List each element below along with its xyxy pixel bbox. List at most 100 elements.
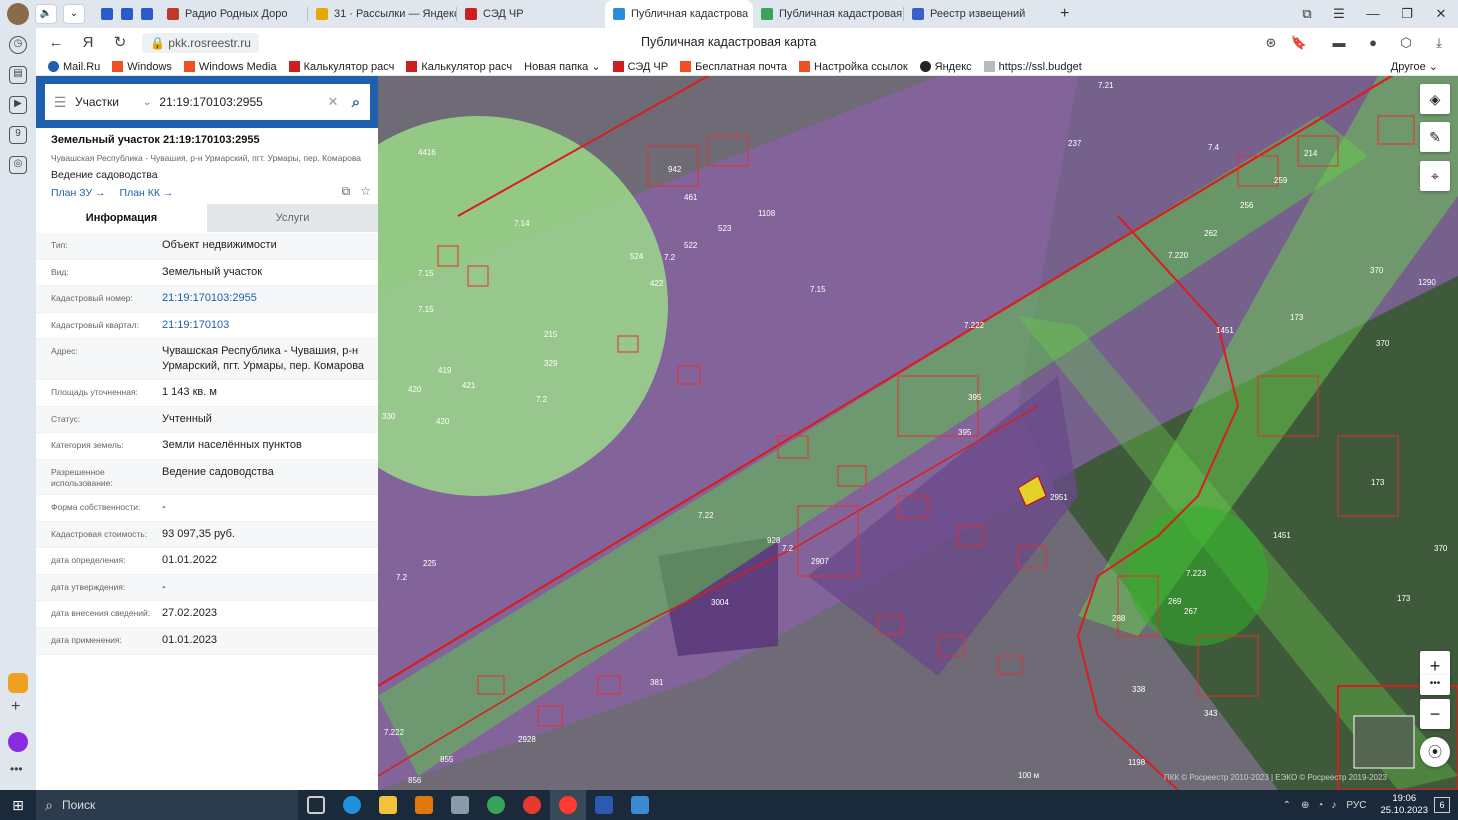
- explorer-icon[interactable]: [370, 790, 406, 820]
- bookmark-item[interactable]: https://ssl.budget: [983, 61, 1082, 73]
- bookmark-folder[interactable]: Новая папка ⌄: [524, 60, 600, 74]
- tab-information[interactable]: Информация: [36, 204, 207, 232]
- yandex-browser-icon[interactable]: [550, 790, 586, 820]
- browser-tab[interactable]: 31 · Рассылки — Яндекс П: [308, 0, 456, 28]
- history-icon[interactable]: ◷: [9, 36, 27, 54]
- tabs-dropdown-icon[interactable]: ⌄: [63, 4, 85, 24]
- yandex-icon[interactable]: [514, 790, 550, 820]
- profile-avatar[interactable]: [7, 3, 29, 25]
- pinned-tab[interactable]: [139, 0, 159, 28]
- yandex-icon[interactable]: Я: [76, 31, 100, 55]
- search-input[interactable]: [159, 95, 324, 109]
- browser-tab-active[interactable]: Публичная кадастрова✕: [605, 0, 753, 28]
- attribute-value: Чувашская Республика - Чувашия, р-н Урма…: [162, 345, 365, 373]
- bookmark-item[interactable]: Настройка ссылок: [799, 61, 908, 73]
- bookmark-icon[interactable]: 🔖: [1289, 33, 1309, 53]
- bookmark-item[interactable]: Яндекс: [919, 61, 972, 73]
- bookmark-item[interactable]: Windows: [112, 61, 172, 73]
- plan-kk-link[interactable]: План КК →: [120, 187, 174, 199]
- tab-services[interactable]: Услуги: [207, 204, 378, 232]
- ruler-icon[interactable]: ✎: [1420, 122, 1450, 152]
- add-icon[interactable]: +: [11, 698, 20, 716]
- minimap[interactable]: [1353, 715, 1415, 769]
- video-icon[interactable]: ▶: [9, 96, 27, 114]
- minimize-button[interactable]: —: [1356, 0, 1390, 28]
- alice-icon[interactable]: [8, 732, 28, 752]
- bookmark-item[interactable]: СЭД ЧР: [612, 61, 668, 73]
- photos-icon[interactable]: [622, 790, 658, 820]
- taskbar-search[interactable]: ⌕ Поиск: [36, 790, 298, 820]
- cadastral-number-link[interactable]: 21:19:170103:2955: [162, 291, 368, 307]
- chevron-up-icon[interactable]: ⌃: [1283, 800, 1291, 811]
- plan-zu-link[interactable]: План ЗУ →: [51, 187, 106, 199]
- bookmarks-other[interactable]: Другое ⌄: [1391, 60, 1438, 74]
- clock[interactable]: 19:06 25.10.2023: [1380, 793, 1428, 817]
- audio-icon[interactable]: 🔈: [35, 4, 57, 24]
- url-field[interactable]: 🔒 pkk.rosreestr.ru: [142, 33, 259, 53]
- notifications-icon[interactable]: 6: [1434, 797, 1450, 813]
- chrome-icon[interactable]: [478, 790, 514, 820]
- compass-icon[interactable]: ⦿: [1420, 737, 1450, 767]
- cadastral-map[interactable]: 4416 942 461 1108 523 522 524 422 215 32…: [378, 76, 1458, 790]
- wifi-icon[interactable]: ◔: [1317, 800, 1323, 811]
- restore-button[interactable]: ❐: [1390, 0, 1424, 28]
- edge-icon[interactable]: [334, 790, 370, 820]
- more-icon[interactable]: •••: [10, 762, 23, 776]
- new-tab-button[interactable]: +: [1054, 0, 1082, 28]
- pinned-tab[interactable]: [119, 0, 139, 28]
- pinned-tab[interactable]: [99, 0, 119, 28]
- windows-start-icon[interactable]: ⊞: [0, 797, 36, 814]
- chevron-down-icon[interactable]: ⌄: [143, 97, 151, 108]
- protect-icon[interactable]: ⊛: [1261, 33, 1281, 53]
- map-label: 855: [440, 755, 454, 764]
- extension-icon[interactable]: ●: [1363, 33, 1383, 53]
- extension-icon[interactable]: ⬡: [1396, 33, 1416, 53]
- network-icon[interactable]: ⊕: [1301, 800, 1309, 811]
- more-icon[interactable]: •••: [1420, 675, 1450, 695]
- layers-icon[interactable]: ◈: [1420, 84, 1450, 114]
- search-type-select[interactable]: Участки: [75, 95, 143, 109]
- bookmark-item[interactable]: Windows Media: [183, 61, 277, 73]
- map-label: 7.14: [514, 219, 530, 228]
- bookmark-label: Бесплатная почта: [695, 60, 788, 73]
- collections-icon[interactable]: ▤: [9, 66, 27, 84]
- menu-icon[interactable]: ☰: [45, 94, 75, 111]
- reload-icon[interactable]: ↻: [108, 31, 132, 55]
- outlook-icon[interactable]: [406, 790, 442, 820]
- language-indicator[interactable]: РУС: [1346, 800, 1366, 811]
- browser-tab[interactable]: Публичная кадастровая к: [753, 0, 903, 28]
- search-document-icon[interactable]: ⧉: [342, 184, 351, 199]
- browser-tab[interactable]: СЭД ЧР: [457, 0, 605, 28]
- bookmark-item[interactable]: Калькулятор расч: [406, 61, 512, 73]
- map-label: 237: [1068, 139, 1082, 148]
- browser-tab[interactable]: Реестр извещений: [904, 0, 1054, 28]
- notes-icon[interactable]: 9: [9, 126, 27, 144]
- task-view-icon[interactable]: [298, 790, 334, 820]
- attribute-label: Разрешенное использование:: [51, 466, 113, 488]
- screenshot-icon[interactable]: ◎: [9, 156, 27, 174]
- attribute-label: Площадь уточненная:: [51, 387, 138, 398]
- app-icon[interactable]: [442, 790, 478, 820]
- extension-icon[interactable]: ▬: [1329, 33, 1349, 53]
- download-icon[interactable]: ⤓: [1429, 33, 1449, 53]
- app-icon[interactable]: [8, 673, 28, 693]
- clear-icon[interactable]: ✕: [324, 94, 342, 110]
- bookmark-item[interactable]: Калькулятор расч: [288, 61, 394, 73]
- search-icon[interactable]: ⌕: [342, 94, 370, 111]
- zoom-out-button[interactable]: −: [1420, 699, 1450, 729]
- volume-icon[interactable]: ♪: [1331, 800, 1336, 811]
- star-icon[interactable]: ☆: [360, 184, 371, 199]
- back-icon[interactable]: ←: [44, 31, 68, 55]
- browser-tab[interactable]: Радио Родных Доро: [159, 0, 307, 28]
- browser-tab-bar: 🔈 ⌄ Радио Родных Доро 31 · Рассылки — Ян…: [0, 0, 1458, 28]
- bookmark-item[interactable]: Mail.Ru: [48, 61, 100, 73]
- close-window-button[interactable]: ✕: [1424, 0, 1458, 28]
- menu-icon[interactable]: ☰: [1322, 0, 1356, 28]
- word-icon[interactable]: [586, 790, 622, 820]
- map-canvas[interactable]: 4416 942 461 1108 523 522 524 422 215 32…: [378, 76, 1458, 790]
- cadastral-quarter-link[interactable]: 21:19:170103: [162, 318, 368, 334]
- tabs-view-icon[interactable]: ⧉: [1290, 0, 1324, 28]
- map-label: 522: [684, 241, 698, 250]
- locate-icon[interactable]: ⌖: [1420, 161, 1450, 191]
- bookmark-item[interactable]: Бесплатная почта: [680, 61, 787, 73]
